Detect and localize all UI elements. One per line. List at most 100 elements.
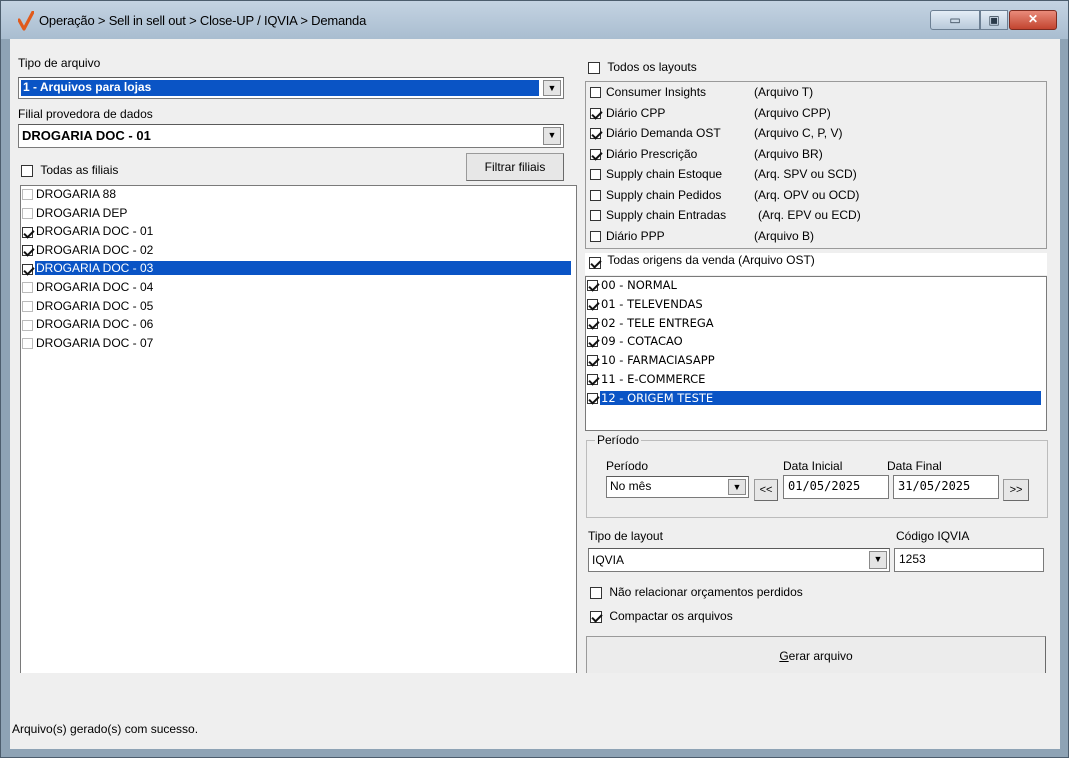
todas-origens-check[interactable]	[589, 257, 601, 269]
data-inicial-input[interactable]: 01/05/2025	[783, 475, 889, 499]
nao-relacionar-check[interactable]	[590, 586, 602, 599]
filial-item-check[interactable]	[22, 226, 33, 238]
layout-option-name: Diário CPP	[606, 105, 666, 120]
filiais-list[interactable]: DROGARIA 88 DROGARIA DEP DROGARIA DOC - 01…	[20, 185, 577, 675]
origem-item-check[interactable]	[587, 317, 598, 329]
todos-layouts-check[interactable]	[588, 61, 600, 74]
filial-item-check[interactable]	[22, 263, 33, 275]
origem-item-check[interactable]	[587, 392, 598, 404]
compactar-check[interactable]	[590, 610, 602, 623]
origens-list[interactable]: 00 - NORMAL 01 - TELEVENDAS 02 - TELE ENTR…	[585, 276, 1047, 431]
todas-origens-row[interactable]: Todas origens da venda (Arquivo OST)	[585, 253, 1047, 275]
periodo-select[interactable]: No mês ▼	[606, 476, 749, 498]
periodo-value: No mês	[610, 479, 652, 493]
tipo-layout-value: IQVIA	[592, 553, 625, 567]
origem-item-label: 10 - FARMACIASAPP	[601, 353, 715, 368]
layout-option[interactable]: Diário Demanda OST (Arquivo C, P, V)	[590, 126, 842, 144]
chevron-down-icon[interactable]: ▼	[543, 127, 561, 145]
filial-item[interactable]: DROGARIA DOC - 05	[22, 299, 575, 317]
layout-option-file: (Arq. EPV ou ECD)	[758, 208, 861, 222]
filial-item[interactable]: DROGARIA DOC - 07	[22, 336, 575, 354]
layout-option-check[interactable]	[590, 210, 601, 222]
filial-item[interactable]: DROGARIA DOC - 06	[22, 317, 575, 335]
layout-option-name: Supply chain Entradas	[606, 208, 727, 222]
todos-layouts-checkbox[interactable]: Todos os layouts	[588, 60, 697, 74]
origem-item-label: 00 - NORMAL	[601, 278, 677, 292]
gerar-arquivo-button[interactable]: Gerar arquivo	[586, 636, 1046, 676]
filial-item-label: DROGARIA 88	[36, 187, 117, 201]
periodo-prev-button[interactable]: <<	[754, 479, 778, 501]
layout-option-check[interactable]	[590, 87, 601, 99]
layout-option-check[interactable]	[590, 128, 601, 140]
status-text: Arquivo(s) gerado(s) com sucesso.	[12, 722, 199, 736]
layout-option-check[interactable]	[590, 189, 601, 201]
compactar-checkbox[interactable]: Compactar os arquivos	[590, 609, 733, 623]
layout-option-check[interactable]	[590, 169, 601, 181]
compactar-label: Compactar os arquivos	[609, 609, 733, 623]
filtrar-filiais-button[interactable]: Filtrar filiais	[466, 153, 564, 181]
layout-option-check[interactable]	[590, 148, 601, 160]
origem-item[interactable]: 00 - NORMAL	[587, 278, 1045, 296]
filial-item-check[interactable]	[22, 207, 33, 219]
origem-item-check[interactable]	[587, 355, 598, 367]
nao-relacionar-checkbox[interactable]: Não relacionar orçamentos perdidos	[590, 585, 803, 599]
close-button[interactable]: ✕	[1009, 10, 1057, 30]
origem-item-label: 12 - ORIGEM TESTE	[600, 390, 1041, 405]
filial-item[interactable]: DROGARIA DOC - 03	[22, 261, 575, 279]
filial-item[interactable]: DROGARIA DOC - 02	[22, 243, 575, 261]
chevron-down-icon[interactable]: ▼	[869, 551, 887, 569]
filial-item-label: DROGARIA DOC - 03	[35, 261, 571, 276]
layout-option-file: (Arquivo BR)	[754, 146, 823, 161]
filial-provedora-select[interactable]: DROGARIA DOC - 01 ▼	[18, 124, 564, 148]
filial-item-check[interactable]	[22, 300, 33, 312]
filial-item-label: DROGARIA DOC - 01	[36, 224, 154, 239]
origem-item[interactable]: 09 - COTACAO	[587, 334, 1045, 352]
codigo-iqvia-input[interactable]: 1253	[894, 548, 1044, 572]
origem-item-check[interactable]	[587, 298, 598, 310]
filial-item[interactable]: DROGARIA 88	[22, 187, 575, 205]
origem-item[interactable]: 11 - E-COMMERCE	[587, 372, 1045, 390]
layout-option-check[interactable]	[590, 230, 601, 242]
filial-item-check[interactable]	[22, 189, 33, 201]
origem-item-check[interactable]	[587, 280, 598, 291]
filial-item-check[interactable]	[22, 245, 33, 257]
periodo-next-button[interactable]: >>	[1003, 479, 1029, 501]
layout-option[interactable]: Supply chain Estoque (Arq. SPV ou SCD)	[590, 167, 857, 185]
layout-option[interactable]: Supply chain Entradas (Arq. EPV ou ECD)	[590, 208, 861, 226]
layout-option[interactable]: Diário CPP (Arquivo CPP)	[590, 106, 831, 124]
filial-item-label: DROGARIA DOC - 04	[36, 280, 154, 294]
filial-item[interactable]: DROGARIA DOC - 01	[22, 224, 575, 242]
tipo-arquivo-select[interactable]: 1 - Arquivos para lojas ▼	[18, 77, 564, 99]
origem-item[interactable]: 12 - ORIGEM TESTE	[587, 390, 1045, 409]
data-final-input[interactable]: 31/05/2025	[893, 475, 999, 499]
title-bar[interactable]: Operação > Sell in sell out > Close-UP /…	[1, 1, 1068, 39]
origem-item[interactable]: 10 - FARMACIASAPP	[587, 353, 1045, 371]
todas-filiais-check[interactable]	[21, 164, 33, 177]
layout-option[interactable]: Consumer Insights (Arquivo T)	[590, 85, 813, 103]
filial-item-check[interactable]	[22, 338, 33, 350]
minimize-button[interactable]: ▭	[930, 10, 980, 30]
filial-item-label: DROGARIA DEP	[36, 205, 128, 220]
origem-item[interactable]: 01 - TELEVENDAS	[587, 297, 1045, 315]
layout-option-check[interactable]	[590, 107, 601, 119]
origem-item-check[interactable]	[587, 336, 598, 348]
layout-option[interactable]: Diário PPP (Arquivo B)	[590, 229, 814, 247]
layout-option[interactable]: Supply chain Pedidos (Arq. OPV ou OCD)	[590, 188, 859, 206]
maximize-button[interactable]: ▣	[980, 10, 1008, 30]
layout-option[interactable]: Diário Prescrição (Arquivo BR)	[590, 147, 823, 165]
filial-item[interactable]: DROGARIA DEP	[22, 206, 575, 224]
tipo-layout-label: Tipo de layout	[588, 529, 663, 543]
filial-item-check[interactable]	[22, 319, 33, 331]
chevron-down-icon[interactable]: ▼	[543, 80, 561, 96]
maximize-icon: ▣	[988, 13, 1000, 27]
filial-item-check[interactable]	[22, 282, 33, 294]
tipo-layout-select[interactable]: IQVIA ▼	[588, 548, 890, 572]
origem-item[interactable]: 02 - TELE ENTREGA	[587, 316, 1045, 334]
origem-item-check[interactable]	[587, 374, 598, 385]
window-title: Operação > Sell in sell out > Close-UP /…	[39, 13, 367, 28]
layout-option-file: (Arquivo B)	[754, 228, 815, 243]
todas-filiais-checkbox[interactable]: Todas as filiais	[21, 163, 118, 177]
chevron-down-icon[interactable]: ▼	[728, 479, 746, 495]
filial-item[interactable]: DROGARIA DOC - 04	[22, 280, 575, 298]
codigo-iqvia-label: Código IQVIA	[896, 529, 970, 543]
